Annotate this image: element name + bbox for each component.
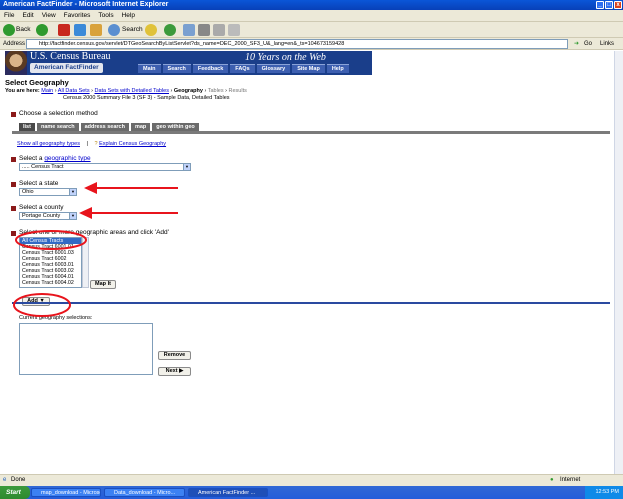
- page-icon: e: [3, 477, 7, 483]
- status-text: Done: [11, 477, 26, 483]
- taskbar-item[interactable]: Data_download - Micro...: [104, 488, 185, 497]
- taskbar-item[interactable]: map_download - Microso...: [31, 488, 101, 497]
- system-tray: 12:53 PM: [585, 486, 623, 499]
- clock: 12:53 PM: [595, 489, 619, 495]
- start-button[interactable]: Start: [0, 486, 30, 499]
- globe-icon: ●: [550, 477, 554, 483]
- arrowhead-icon: [84, 182, 97, 194]
- annotation-circle: [15, 230, 87, 250]
- arrowhead-icon: [79, 207, 92, 219]
- taskbar-item-active[interactable]: American FactFinder ...: [188, 488, 268, 497]
- annotation-overlay: [13, 182, 178, 317]
- taskbar: Start map_download - Microso... Data_dow…: [0, 486, 623, 499]
- annotation-circle: [13, 293, 71, 317]
- status-bar: e Done ● Internet: [0, 474, 623, 486]
- zone-text: Internet: [560, 477, 581, 483]
